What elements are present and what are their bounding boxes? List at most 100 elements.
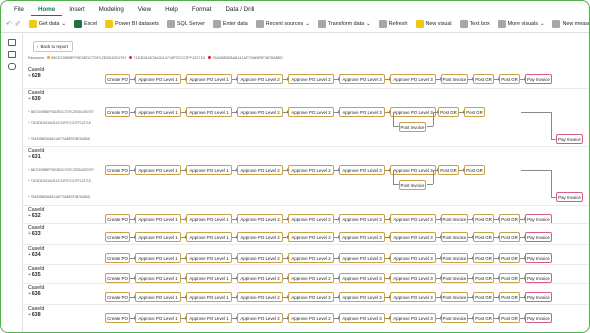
step-node-approve-po-level-3[interactable]: Approve PO Level 3 [390, 107, 436, 117]
step-node-create-po[interactable]: Create PO [105, 253, 130, 263]
report-view-icon[interactable] [8, 39, 16, 46]
step-node-approve-po-level-1[interactable]: Approve PO Level 1 [186, 313, 232, 323]
step-node-approve-po-level-3[interactable]: Approve PO Level 3 [390, 74, 436, 84]
menu-item-modeling[interactable]: Modeling [92, 4, 131, 16]
step-node-approve-po-level-2[interactable]: Approve PO Level 2 [288, 253, 334, 263]
step-node-pay-invoice[interactable]: Pay Invoice [525, 253, 552, 263]
step-node-approve-po-level-2[interactable]: Approve PO Level 2 [237, 313, 283, 323]
step-node-post-gr[interactable]: Post GR [499, 292, 520, 302]
step-node-post-invoice[interactable]: Post Invoice [441, 273, 468, 283]
step-node-post-gr[interactable]: Post GR [473, 273, 494, 283]
step-node-approve-po-level-1[interactable]: Approve PO Level 1 [186, 74, 232, 84]
case-id-value[interactable]: +635 [28, 272, 44, 279]
step-node-post-invoice[interactable]: Post Invoice [441, 253, 468, 263]
step-node-create-po[interactable]: Create PO [105, 292, 130, 302]
step-node-create-po[interactable]: Create PO [105, 107, 130, 117]
menu-item-file[interactable]: File [7, 4, 31, 16]
expand-icon[interactable]: + [28, 252, 31, 259]
step-node-approve-po-level-1[interactable]: Approve PO Level 1 [186, 165, 232, 175]
expand-icon[interactable]: + [28, 213, 31, 220]
expand-icon[interactable]: + [28, 312, 31, 319]
case-id-value[interactable]: +636 [28, 291, 44, 298]
step-node-approve-po-level-1[interactable]: Approve PO Level 1 [135, 232, 181, 242]
step-node-approve-po-level-1[interactable]: Approve PO Level 1 [186, 292, 232, 302]
menu-item-help[interactable]: Help [158, 4, 185, 16]
expand-icon[interactable]: + [28, 96, 31, 103]
step-node-approve-po-level-3[interactable]: Approve PO Level 3 [339, 253, 385, 263]
step-node-post-invoice[interactable]: Post Invoice [399, 180, 426, 190]
step-node-approve-po-level-2[interactable]: Approve PO Level 2 [288, 165, 334, 175]
step-node-post-gr[interactable]: Post GR [464, 107, 485, 117]
step-node-approve-po-level-3[interactable]: Approve PO Level 3 [390, 313, 436, 323]
step-node-approve-po-level-3[interactable]: Approve PO Level 3 [390, 165, 436, 175]
ribbon-button-get-data[interactable]: Get data ⌄ [28, 20, 66, 28]
step-node-approve-po-level-3[interactable]: Approve PO Level 3 [339, 292, 385, 302]
step-node-create-po[interactable]: Create PO [105, 74, 130, 84]
step-node-create-po[interactable]: Create PO [105, 165, 130, 175]
step-node-pay-invoice[interactable]: Pay Invoice [525, 273, 552, 283]
step-node-approve-po-level-1[interactable]: Approve PO Level 1 [186, 253, 232, 263]
step-node-post-gr[interactable]: Post GR [473, 313, 494, 323]
step-node-post-invoice[interactable]: Post Invoice [399, 122, 426, 132]
step-node-approve-po-level-1[interactable]: Approve PO Level 1 [186, 232, 232, 242]
step-node-approve-po-level-3[interactable]: Approve PO Level 3 [339, 232, 385, 242]
step-node-approve-po-level-3[interactable]: Approve PO Level 3 [390, 273, 436, 283]
step-node-approve-po-level-3[interactable]: Approve PO Level 3 [339, 313, 385, 323]
step-node-approve-po-level-2[interactable]: Approve PO Level 2 [237, 253, 283, 263]
step-node-post-gr[interactable]: Post GR [499, 313, 520, 323]
step-node-approve-po-level-1[interactable]: Approve PO Level 1 [135, 165, 181, 175]
step-node-post-invoice[interactable]: Post Invoice [441, 74, 468, 84]
step-node-approve-po-level-2[interactable]: Approve PO Level 2 [237, 74, 283, 84]
step-node-approve-po-level-3[interactable]: Approve PO Level 3 [339, 107, 385, 117]
step-node-post-gr[interactable]: Post GR [499, 232, 520, 242]
step-node-approve-po-level-3[interactable]: Approve PO Level 3 [390, 253, 436, 263]
case-id-value[interactable]: +634 [28, 252, 44, 259]
menu-item-data-drill[interactable]: Data / Drill [218, 4, 261, 16]
expand-icon[interactable]: + [28, 73, 31, 80]
ribbon-button-more-visuals[interactable]: More visuals ⌄ [497, 20, 544, 28]
step-node-create-po[interactable]: Create PO [105, 232, 130, 242]
expand-icon[interactable]: + [28, 291, 31, 298]
step-node-create-po[interactable]: Create PO [105, 313, 130, 323]
step-node-pay-invoice[interactable]: Pay Invoice [525, 313, 552, 323]
step-node-approve-po-level-1[interactable]: Approve PO Level 1 [135, 292, 181, 302]
menu-item-insert[interactable]: Insert [62, 4, 91, 16]
expand-icon[interactable]: + [28, 154, 31, 161]
table-view-icon[interactable] [8, 51, 16, 58]
step-node-approve-po-level-3[interactable]: Approve PO Level 3 [339, 74, 385, 84]
step-node-pay-invoice[interactable]: Pay Invoice [525, 292, 552, 302]
ribbon-button-excel[interactable]: Excel [73, 20, 97, 28]
ribbon-button-recent-sources[interactable]: Recent sources ⌄ [255, 20, 310, 28]
step-node-approve-po-level-1[interactable]: Approve PO Level 1 [135, 253, 181, 263]
case-id-value[interactable]: +630 [28, 96, 44, 103]
format-painter-icon[interactable]: ✐ [15, 20, 21, 28]
step-node-approve-po-level-3[interactable]: Approve PO Level 3 [390, 232, 436, 242]
step-node-approve-po-level-3[interactable]: Approve PO Level 3 [390, 292, 436, 302]
step-node-approve-po-level-1[interactable]: Approve PO Level 1 [135, 313, 181, 323]
step-node-approve-po-level-2[interactable]: Approve PO Level 2 [288, 313, 334, 323]
ribbon-button-power-bi-datasets[interactable]: Power BI datasets [105, 20, 159, 28]
ribbon-button-refresh[interactable]: Refresh [378, 20, 408, 28]
menu-item-view[interactable]: View [131, 4, 158, 16]
step-node-approve-po-level-3[interactable]: Approve PO Level 3 [339, 273, 385, 283]
ribbon-button-text-box[interactable]: Text box [459, 20, 490, 28]
step-node-post-gr[interactable]: Post GR [473, 74, 494, 84]
step-node-pay-invoice[interactable]: Pay Invoice [525, 232, 552, 242]
ribbon-button-enter-data[interactable]: Enter data [212, 20, 248, 28]
step-node-approve-po-level-2[interactable]: Approve PO Level 2 [288, 273, 334, 283]
expand-icon[interactable]: + [28, 272, 31, 279]
menu-item-home[interactable]: Home [30, 4, 63, 16]
step-node-post-gr[interactable]: Post GR [464, 165, 485, 175]
step-node-approve-po-level-2[interactable]: Approve PO Level 2 [237, 273, 283, 283]
ribbon-button-new-visual[interactable]: New visual [415, 20, 452, 28]
ribbon-button-transform-data[interactable]: Transform data ⌄ [317, 20, 371, 28]
menu-item-format[interactable]: Format [185, 4, 219, 16]
step-node-pay-invoice[interactable]: Pay Invoice [556, 192, 583, 202]
undo-icon[interactable]: ↶ [6, 20, 12, 28]
step-node-approve-po-level-1[interactable]: Approve PO Level 1 [135, 74, 181, 84]
step-node-post-gr[interactable]: Post GR [473, 292, 494, 302]
step-node-approve-po-level-2[interactable]: Approve PO Level 2 [237, 107, 283, 117]
step-node-post-gr[interactable]: Post GR [473, 253, 494, 263]
step-node-post-gr[interactable]: Post GR [499, 273, 520, 283]
ribbon-button-new-measure[interactable]: New measure [552, 20, 589, 28]
